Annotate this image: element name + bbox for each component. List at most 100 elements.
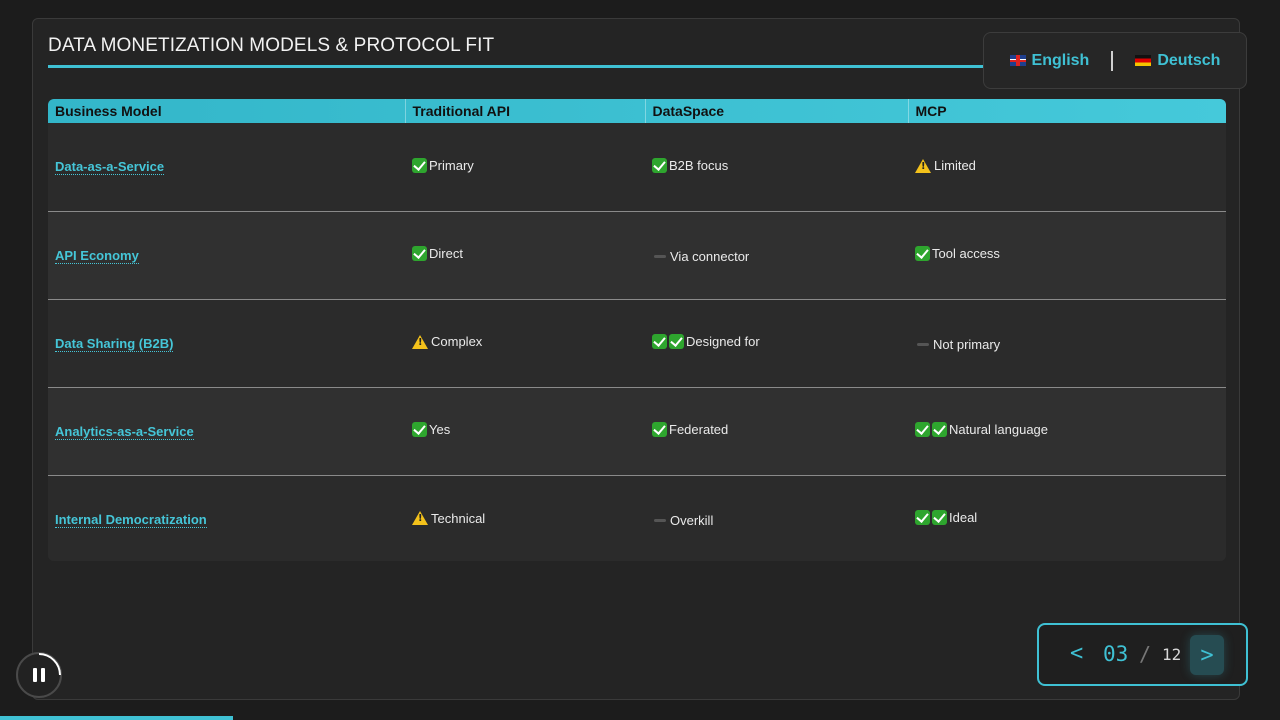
- table-header-row: Business Model Traditional API DataSpace…: [48, 99, 1226, 123]
- title-underline: [48, 65, 998, 68]
- fit-text: Complex: [431, 334, 483, 350]
- fit-text: Not primary: [933, 337, 1001, 352]
- column-header: Business Model: [48, 99, 406, 123]
- warning-icon: [412, 334, 428, 349]
- fit-rating: Via connector: [652, 249, 749, 264]
- fit-text: Federated: [669, 422, 729, 437]
- fit-text: Overkill: [670, 513, 714, 529]
- fit-text: Technical: [431, 510, 486, 526]
- column-header: MCP: [915, 103, 947, 119]
- model-cell: Analytics-as-a-Service: [48, 386, 405, 475]
- prev-slide-button[interactable]: <: [1070, 641, 1083, 666]
- fit-cell: Complex: [405, 298, 645, 387]
- check-icon: [932, 422, 947, 437]
- fit-cell: Primary: [405, 123, 645, 211]
- check-icon: [412, 422, 427, 437]
- slide-frame: DATA MONETIZATION MODELS & PROTOCOL FIT …: [32, 18, 1247, 700]
- fit-rating: Yes: [412, 422, 450, 437]
- pager-separator: /: [1139, 642, 1152, 666]
- fit-text: Tool access: [932, 246, 1000, 261]
- dash-icon: [654, 255, 666, 258]
- fit-cell: Tool access: [908, 210, 1226, 299]
- fit-cell: Not primary: [908, 298, 1226, 387]
- fit-cell: Ideal: [908, 474, 1226, 561]
- check-icon: [652, 334, 667, 349]
- total-slide-count: 12: [1162, 645, 1182, 664]
- fit-cell: Technical: [405, 474, 645, 561]
- fit-cell: Federated: [645, 386, 908, 475]
- fit-cell: Yes: [405, 386, 645, 475]
- presentation-progress-bar: [0, 716, 1280, 720]
- check-icon: [412, 157, 427, 173]
- check-icon: [669, 334, 684, 349]
- fit-rating: Natural language: [915, 422, 1048, 437]
- table-row: API Economy Direct Via connector Tool acces…: [48, 210, 1226, 299]
- current-slide-number: 03: [1103, 642, 1129, 666]
- fit-cell: Overkill: [645, 474, 908, 561]
- pause-icon: [33, 668, 45, 682]
- fit-text: Direct: [429, 246, 463, 261]
- fit-rating: Technical: [412, 511, 485, 526]
- next-slide-button[interactable]: >: [1190, 635, 1224, 675]
- warning-icon: [412, 511, 428, 525]
- table-row: Data-as-a-Service Primary B2B focus Limited: [48, 123, 1226, 211]
- business-model-link[interactable]: API Economy: [55, 247, 139, 264]
- check-icon: [915, 422, 930, 437]
- fit-text: Designed for: [686, 334, 760, 349]
- fit-cell: B2B focus: [645, 123, 908, 211]
- pause-button[interactable]: [16, 652, 62, 698]
- fit-rating: Not primary: [915, 337, 1000, 352]
- model-cell: Data-as-a-Service: [48, 123, 405, 211]
- column-header: Traditional API: [405, 99, 646, 123]
- fit-rating: B2B focus: [652, 157, 729, 173]
- language-option-english[interactable]: English: [1006, 52, 1094, 70]
- fit-text: B2B focus: [669, 157, 729, 173]
- fit-cell: Via connector: [645, 210, 908, 299]
- check-icon: [915, 246, 930, 261]
- fit-rating: Limited: [915, 158, 976, 173]
- table-row: Data Sharing (B2B) Complex Designed for Not…: [48, 298, 1226, 387]
- fit-cell: Direct: [405, 210, 645, 299]
- fit-text: Natural language: [949, 422, 1049, 437]
- language-switcher: English Deutsch: [983, 32, 1247, 89]
- model-cell: Data Sharing (B2B): [48, 298, 405, 387]
- fit-rating: Overkill: [652, 513, 713, 528]
- check-icon: [652, 157, 667, 173]
- fit-text: Yes: [429, 422, 451, 437]
- column-header: DataSpace: [645, 99, 909, 123]
- fit-text: Via connector: [670, 249, 750, 264]
- fit-cell: Natural language: [908, 386, 1226, 475]
- dash-icon: [917, 343, 929, 346]
- dash-icon: [654, 519, 666, 523]
- check-icon: [652, 422, 667, 437]
- language-option-label: English: [1031, 51, 1090, 69]
- fit-text: Limited: [934, 158, 976, 173]
- check-icon: [412, 246, 427, 261]
- business-model-link[interactable]: Data-as-a-Service: [55, 159, 165, 176]
- language-option-deutsch[interactable]: Deutsch: [1131, 52, 1224, 70]
- de-flag-icon: [1135, 55, 1152, 66]
- slide-pager: < 03 / 12 >: [1037, 623, 1248, 686]
- fit-rating: Federated: [652, 422, 728, 437]
- uk-flag-icon: [1009, 55, 1026, 66]
- language-option-label: Deutsch: [1157, 51, 1221, 69]
- fit-rating: Designed for: [652, 334, 760, 349]
- slide-title: DATA MONETIZATION MODELS & PROTOCOL FIT: [48, 35, 495, 56]
- check-icon: [932, 510, 947, 526]
- fit-rating: Primary: [412, 157, 474, 173]
- protocol-fit-table: Business Model Traditional API DataSpace…: [48, 99, 1226, 561]
- table-row: Internal Democratization Technical Overkil…: [48, 474, 1226, 561]
- business-model-link[interactable]: Data Sharing (B2B): [55, 335, 174, 352]
- model-cell: API Economy: [48, 210, 405, 299]
- fit-text: Primary: [429, 157, 474, 173]
- language-divider: [1111, 50, 1114, 71]
- business-model-link[interactable]: Analytics-as-a-Service: [55, 423, 194, 440]
- table-row: Analytics-as-a-Service Yes Federated Natura…: [48, 386, 1226, 475]
- presentation-progress-fill: [0, 716, 233, 720]
- check-icon: [915, 510, 930, 526]
- fit-text: Ideal: [949, 510, 978, 526]
- business-model-link[interactable]: Internal Democratization: [55, 511, 207, 528]
- fit-rating: Ideal: [915, 510, 978, 526]
- warning-icon: [915, 158, 931, 173]
- model-cell: Internal Democratization: [48, 474, 405, 561]
